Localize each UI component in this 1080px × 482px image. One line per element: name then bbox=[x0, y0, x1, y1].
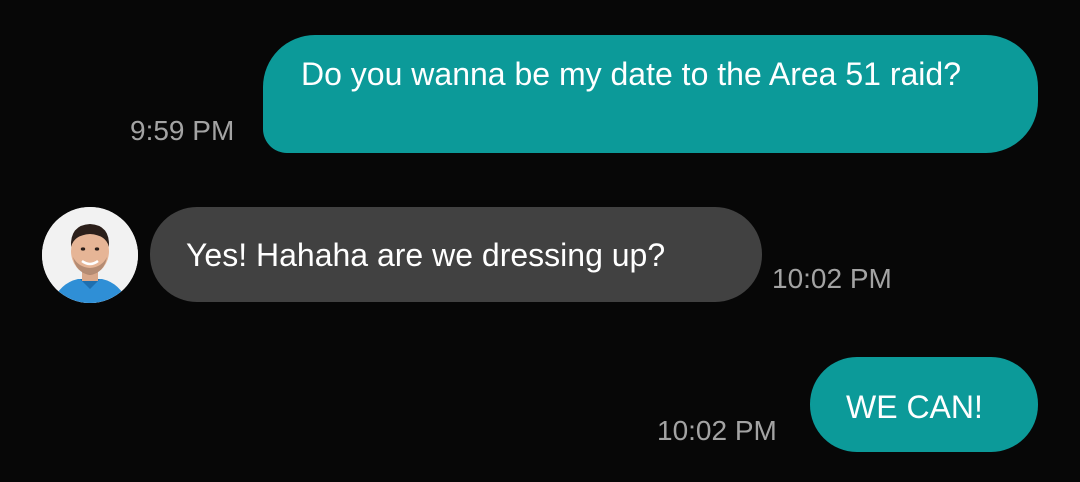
received-message-bubble[interactable]: Yes! Hahaha are we dressing up? bbox=[150, 207, 762, 302]
message-timestamp: 10:02 PM bbox=[657, 415, 777, 446]
contact-avatar-icon[interactable] bbox=[42, 207, 138, 303]
sent-message-bubble[interactable]: Do you wanna be my date to the Area 51 r… bbox=[263, 35, 1038, 153]
message-timestamp: 9:59 PM bbox=[130, 115, 235, 146]
sent-message-bubble[interactable]: WE CAN! bbox=[810, 357, 1038, 452]
message-timestamp: 10:02 PM bbox=[772, 263, 892, 294]
